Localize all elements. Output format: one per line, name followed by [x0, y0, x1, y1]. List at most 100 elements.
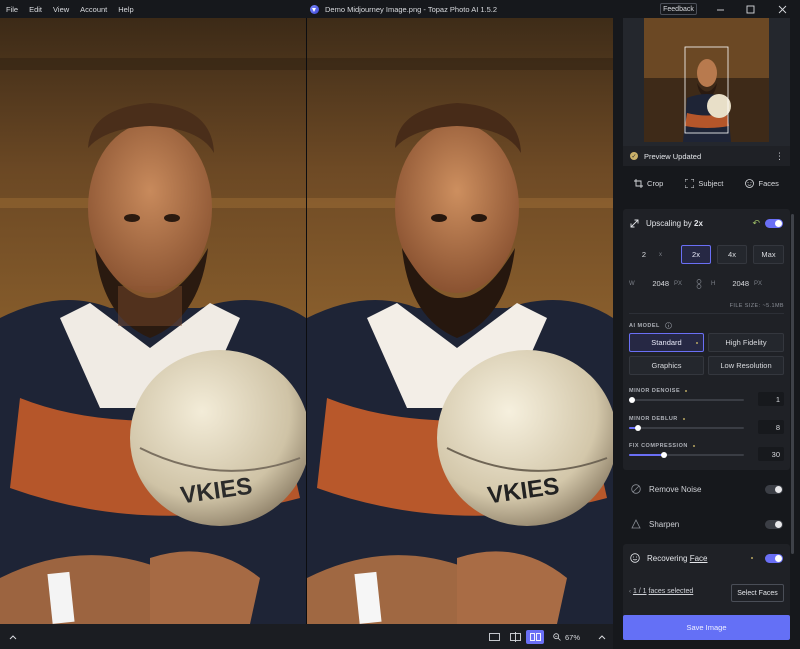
subject-icon: [685, 178, 695, 188]
minor-deblur-value[interactable]: 8: [758, 420, 784, 434]
face-recovery-icon: [630, 553, 640, 563]
model-low-resolution-button[interactable]: Low Resolution: [708, 356, 784, 375]
minor-deblur-knob[interactable]: [635, 424, 642, 431]
subject-button[interactable]: Subject: [685, 178, 724, 188]
minor-denoise-label: MINOR DENOISE: [629, 388, 688, 394]
minimize-icon[interactable]: [706, 0, 734, 18]
upscaling-toggle[interactable]: [765, 219, 783, 228]
face-icon: [745, 178, 755, 188]
faces-label: Faces: [758, 178, 779, 188]
face-recovery-title: Recovering Face: [647, 554, 708, 563]
side-by-side-view-icon[interactable]: [526, 630, 544, 644]
face-recovery-title-link[interactable]: Face: [690, 554, 708, 563]
preset-4x-button[interactable]: 4x: [717, 245, 747, 264]
face-recovery-title-prefix: Recovering: [647, 553, 688, 563]
width-input[interactable]: 2048: [643, 279, 669, 288]
sharpen-toggle[interactable]: [765, 520, 783, 529]
image-viewer[interactable]: VKIES VKIES: [0, 18, 613, 624]
faces-selected-arrow-icon: ‹: [629, 589, 631, 595]
window-title-text: Demo Midjourney Image.png - Topaz Photo …: [325, 4, 498, 14]
enhanced-image-pane[interactable]: VKIES: [307, 18, 613, 624]
bottom-toolbar: 67%: [0, 624, 613, 649]
ai-model-label: AI MODEL: [629, 322, 672, 329]
divider: [629, 313, 784, 314]
preview-status-bar: ✓ Preview Updated ⋮: [623, 146, 790, 166]
upscale-arrow-icon: [630, 219, 639, 227]
model-standard-dot: [696, 342, 698, 344]
dimensions-row: W 2048 PX H 2048 PX: [629, 274, 784, 293]
subject-label: Subject: [698, 178, 724, 188]
menu-edit[interactable]: Edit: [29, 5, 42, 14]
select-faces-button[interactable]: Select Faces: [731, 584, 784, 602]
model-high-fidelity-button[interactable]: High Fidelity: [708, 333, 784, 352]
height-unit: PX: [754, 280, 763, 287]
crop-button[interactable]: Crop: [634, 178, 663, 188]
original-photo: VKIES: [0, 18, 306, 624]
panel-scrollbar[interactable]: [791, 214, 794, 554]
feedback-button[interactable]: Feedback: [660, 3, 697, 15]
save-image-button[interactable]: Save Image: [623, 615, 790, 640]
minor-deblur-dot: [682, 418, 685, 420]
faces-selected-suffix: faces selected: [648, 588, 694, 595]
remove-noise-toggle[interactable]: [765, 485, 783, 494]
menu-account[interactable]: Account: [80, 5, 107, 14]
fix-compression-label: FIX COMPRESSION: [629, 443, 695, 449]
maximize-icon[interactable]: [736, 0, 764, 18]
fix-compression-label-text: FIX COMPRESSION: [629, 443, 688, 449]
upscaling-title-prefix: Upscaling by: [646, 218, 692, 228]
fix-compression-fill: [629, 454, 664, 456]
expand-up-icon[interactable]: [6, 630, 20, 644]
title-bar: File Edit View Account Help Demo Midjour…: [0, 0, 800, 18]
topaz-logo-icon: [310, 4, 319, 14]
more-options-icon[interactable]: ⋮: [775, 151, 784, 162]
check-icon: ✓: [630, 152, 638, 160]
minor-denoise-slider[interactable]: [629, 396, 744, 403]
menu-bar: File Edit View Account Help: [0, 5, 145, 14]
minor-denoise-value[interactable]: 1: [758, 392, 784, 406]
upscaling-title: Upscaling by 2x: [646, 219, 703, 228]
model-standard-button[interactable]: Standard: [629, 333, 704, 352]
face-recovery-toggle[interactable]: [765, 554, 783, 563]
minor-denoise-knob[interactable]: [629, 396, 635, 403]
upscaling-card: Upscaling by 2x ↶ 2 x 2x 4x Max W 2048 P…: [623, 209, 790, 470]
close-icon[interactable]: [768, 0, 796, 18]
single-view-icon[interactable]: [486, 630, 502, 644]
minor-deblur-label-text: MINOR DEBLUR: [629, 416, 678, 422]
zoom-icon: [553, 633, 561, 641]
faces-button[interactable]: Faces: [745, 178, 779, 188]
tool-row: Crop Subject Faces: [623, 168, 790, 198]
navigator-preview[interactable]: [623, 18, 790, 146]
preview-status-text: Preview Updated: [644, 151, 702, 161]
minor-denoise-dot: [685, 390, 688, 392]
original-image-pane[interactable]: VKIES: [0, 18, 306, 624]
model-graphics-button[interactable]: Graphics: [629, 356, 704, 375]
settings-panel: ✓ Preview Updated ⋮ Crop Subject Faces U…: [613, 18, 800, 649]
upscaling-title-scale: 2x: [694, 218, 703, 228]
remove-noise-label: Remove Noise: [649, 484, 702, 494]
height-input[interactable]: 2048: [721, 279, 749, 288]
undo-icon[interactable]: ↶: [752, 218, 760, 229]
zoom-menu-chevron-icon[interactable]: [596, 630, 608, 644]
scale-input[interactable]: 2 x: [629, 245, 677, 264]
preset-max-button[interactable]: Max: [753, 245, 784, 264]
ai-model-label-text: AI MODEL: [629, 322, 660, 329]
faces-selected-count: 1 / 1: [632, 588, 647, 595]
info-icon[interactable]: [665, 322, 672, 329]
menu-view[interactable]: View: [53, 5, 69, 14]
enhanced-photo: VKIES: [307, 18, 613, 624]
fix-compression-slider[interactable]: [629, 451, 744, 458]
fix-compression-knob[interactable]: [660, 451, 667, 458]
preset-2x-button[interactable]: 2x: [681, 245, 711, 264]
link-aspect-icon[interactable]: [695, 278, 703, 289]
scale-value: 2: [641, 250, 647, 259]
menu-help[interactable]: Help: [118, 5, 133, 14]
faces-selected-link[interactable]: ‹ 1 / 1 faces selected: [629, 588, 693, 595]
split-view-icon[interactable]: [507, 630, 523, 644]
minor-deblur-slider[interactable]: [629, 424, 744, 431]
minor-denoise-label-text: MINOR DENOISE: [629, 388, 681, 394]
crop-icon: [634, 178, 644, 188]
fix-compression-value[interactable]: 30: [758, 447, 784, 461]
face-status-dot: [751, 557, 753, 559]
zoom-control[interactable]: 67%: [553, 630, 580, 644]
menu-file[interactable]: File: [6, 5, 18, 14]
